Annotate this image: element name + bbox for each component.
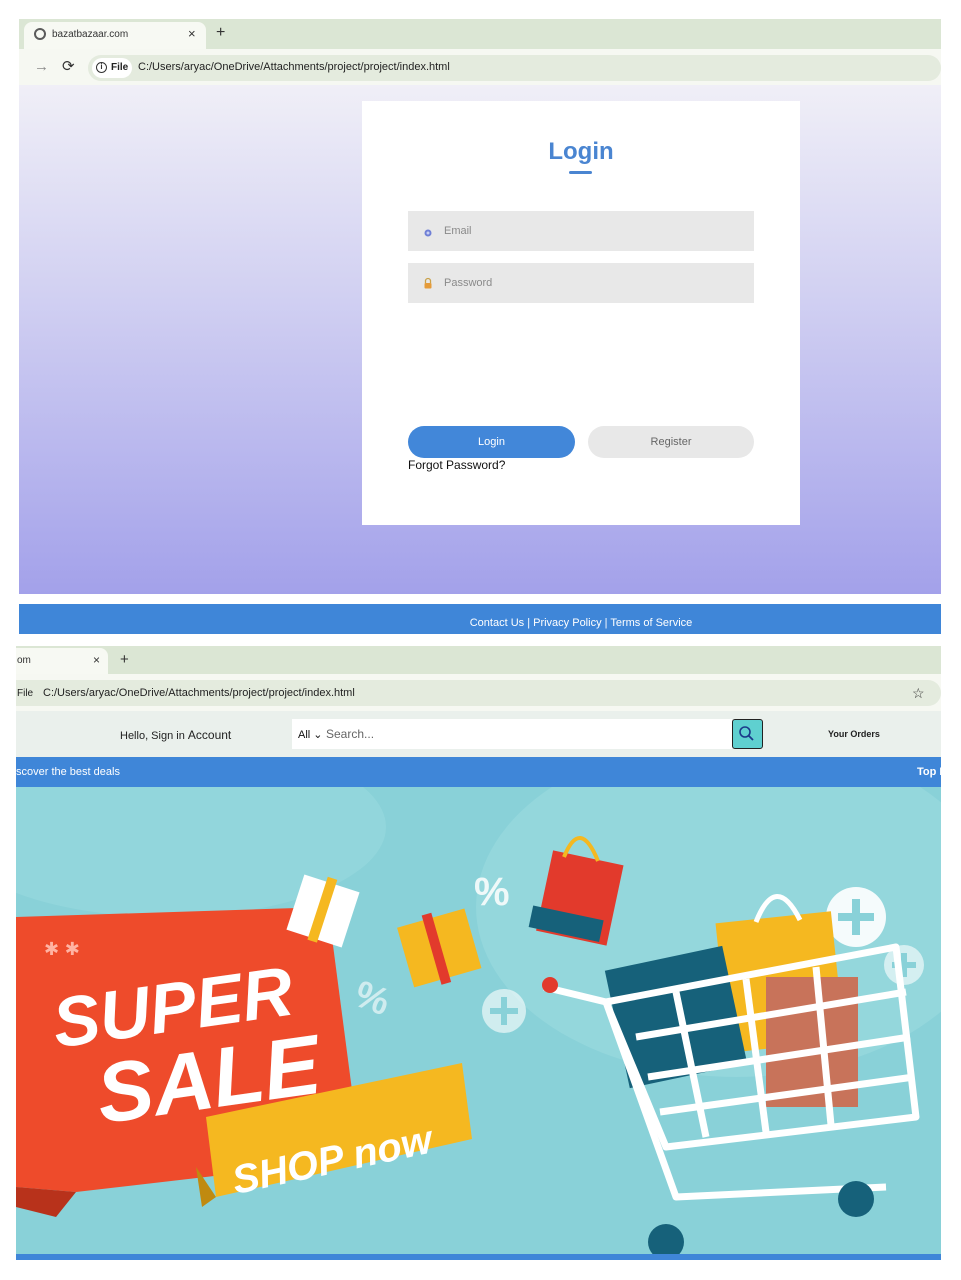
email-input[interactable] <box>444 211 744 251</box>
sparkle-icon: ✱ ✱ <box>44 939 80 960</box>
plus-circle-icon <box>826 887 886 947</box>
tab-title-2: om <box>17 655 31 666</box>
banner-bottom-bar <box>16 1254 941 1260</box>
cart-wheel <box>838 1181 874 1217</box>
tab-title: bazatbazaar.com <box>52 29 129 40</box>
info-icon: i <box>96 62 107 73</box>
percent-sign: % <box>474 870 510 914</box>
new-tab-icon[interactable]: + <box>216 24 225 42</box>
plus-circle-icon <box>482 989 526 1033</box>
close-tab-icon[interactable]: × <box>188 26 196 41</box>
account-text: Account <box>187 728 232 742</box>
email-field[interactable] <box>408 211 754 251</box>
lock-icon <box>424 277 432 289</box>
greeting-text: Hello, Sign in <box>120 730 185 742</box>
title-underline <box>569 171 592 174</box>
file-label-2: File <box>17 688 34 699</box>
cart-wheel <box>648 1224 684 1254</box>
gift-box-icon <box>397 908 482 988</box>
cart-handle <box>542 977 558 993</box>
login-button[interactable]: Login <box>408 426 575 458</box>
super-sale-banner[interactable]: % % SUPER SALE SHOP now ✱ ✱ <box>16 787 941 1254</box>
search-icon <box>739 726 754 741</box>
tab-strip-2 <box>16 646 941 674</box>
close-tab-icon-2[interactable]: × <box>93 653 100 667</box>
globe-icon <box>34 28 46 40</box>
deals-text: scover the best deals <box>16 766 120 778</box>
password-field[interactable] <box>408 263 754 303</box>
forgot-password-link[interactable]: Forgot Password? <box>408 458 505 472</box>
url-text-2[interactable]: C:/Users/aryac/OneDrive/Attachments/proj… <box>43 687 355 699</box>
search-input[interactable] <box>326 722 726 746</box>
percent-sign: % <box>349 973 395 1024</box>
url-text[interactable]: C:/Users/aryac/OneDrive/Attachments/proj… <box>138 61 450 73</box>
forward-icon[interactable]: → <box>34 58 49 75</box>
register-button[interactable]: Register <box>588 426 754 458</box>
divider <box>19 594 941 604</box>
password-input[interactable] <box>444 263 744 303</box>
file-label: File <box>111 62 129 73</box>
login-title: Login <box>548 138 614 165</box>
search-button[interactable] <box>732 719 763 749</box>
account-link[interactable]: Hello, Sign in Account <box>120 728 231 742</box>
your-orders-link[interactable]: Your Orders <box>828 729 880 739</box>
new-tab-icon-2[interactable]: + <box>120 651 129 668</box>
top-deals-link[interactable]: Top D <box>917 766 941 778</box>
bookmark-star-icon[interactable]: ☆ <box>912 685 925 702</box>
reload-icon[interactable]: ⟳ <box>62 57 75 75</box>
search-category-select[interactable]: All ⌄ <box>298 728 323 741</box>
footer-links[interactable]: Contact Us | Privacy Policy | Terms of S… <box>19 617 961 629</box>
email-icon <box>424 229 432 237</box>
sale-illustration: % % SUPER SALE SHOP now ✱ ✱ <box>16 787 941 1254</box>
deals-bar <box>16 757 941 787</box>
